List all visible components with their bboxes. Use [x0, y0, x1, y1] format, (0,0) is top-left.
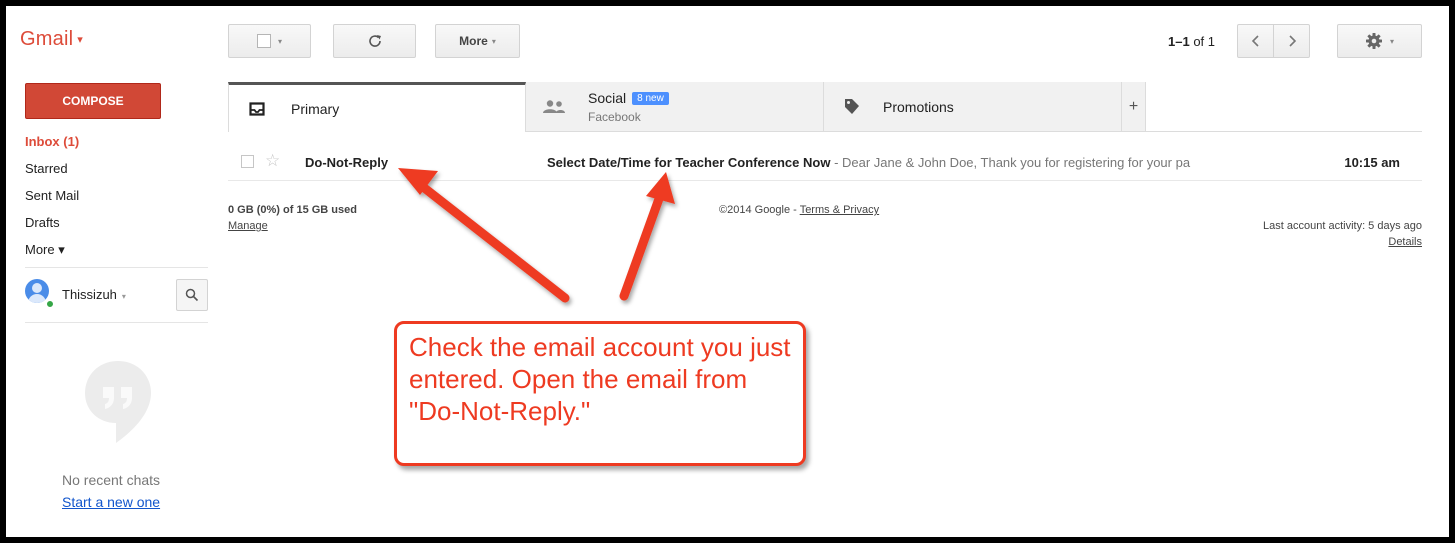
arrow-to-sender [413, 178, 570, 303]
annotation-text: Check the email account you just entered… [409, 332, 791, 426]
annotation-callout: Check the email account you just entered… [394, 321, 806, 466]
arrow-to-subject [619, 191, 665, 301]
arrow-head-subject [646, 172, 675, 204]
